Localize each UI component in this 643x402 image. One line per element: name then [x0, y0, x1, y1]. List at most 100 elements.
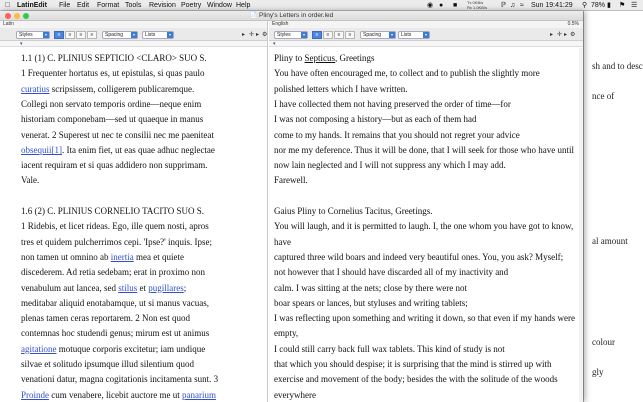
text-line[interactable]: I have collected them not having preserv…: [274, 99, 511, 109]
english-align-justify-button[interactable]: ≡: [334, 31, 344, 39]
text-line[interactable]: nor me my deference. Thus it will be don…: [274, 145, 574, 155]
text-line[interactable]: curatius scripsissem, colligerem publica…: [21, 84, 194, 94]
app-menu[interactable]: LatinEdit: [17, 0, 47, 11]
text-line[interactable]: Collegi non servato temporis ordine—nequ…: [21, 99, 201, 109]
latin-align-justify-button[interactable]: ≡: [76, 31, 86, 39]
text-line[interactable]: empty,: [274, 328, 298, 338]
text-line[interactable]: venationi datur, magna cogitationis inci…: [21, 374, 218, 384]
bluetooth-icon[interactable]: ℙ: [501, 0, 506, 11]
text-line[interactable]: non tamen ut omnino ab inertia mea et qu…: [21, 252, 184, 262]
ruler-tab-marker[interactable]: ▾: [273, 41, 276, 47]
latin-align-center-button[interactable]: ≡: [65, 31, 75, 39]
text-line[interactable]: You will laugh, and it is permitted to l…: [274, 221, 573, 231]
english-spacing-select[interactable]: Spacing ▾: [360, 31, 396, 39]
linked-word[interactable]: agitatione: [21, 344, 57, 354]
flag-icon[interactable]: ⚑: [619, 0, 625, 11]
text-line[interactable]: obsequii[1]. Ita enim fiet, ut eas quae …: [21, 145, 215, 155]
text-line[interactable]: iacent requiram et si quas addidero non …: [21, 160, 207, 170]
linked-word[interactable]: pugillares: [148, 283, 184, 293]
menu-poetry[interactable]: Poetry: [181, 0, 201, 11]
text-line[interactable]: Proinde cum venabere, licebit auctore me…: [21, 390, 216, 400]
latin-ruler[interactable]: ▾: [0, 41, 267, 47]
text-line[interactable]: silvae et solitudo ipsumque illud silent…: [21, 359, 194, 369]
linked-word[interactable]: obsequii[1]: [21, 145, 62, 155]
linked-word[interactable]: panarium: [182, 390, 216, 400]
latin-spacing-select[interactable]: Spacing ▾: [102, 31, 138, 39]
text-line[interactable]: that which you should despise; it is sur…: [274, 359, 551, 369]
list-icon[interactable]: ☰: [631, 0, 637, 11]
status-icon-2[interactable]: ●: [439, 0, 443, 11]
next-icon[interactable]: ▸: [564, 31, 567, 39]
latin-align-right-button[interactable]: ≡: [87, 31, 97, 39]
text-line[interactable]: venerat. 2 Superest ut nec te consilii n…: [21, 130, 214, 140]
text-line[interactable]: tres et quidem pulcherrimos cepi. 'Ipse?…: [21, 237, 212, 247]
clock[interactable]: Sun 19:41:29: [531, 0, 573, 11]
english-lists-select[interactable]: Lists ▾: [398, 31, 430, 39]
latin-align-left-button[interactable]: ≡: [54, 31, 64, 39]
menu-revision[interactable]: Revision: [149, 0, 176, 11]
menu-file[interactable]: File: [59, 0, 70, 11]
text-line[interactable]: I was not composing a history—but as eac…: [274, 114, 476, 124]
text-line[interactable]: Pliny to Septicus, Greetings: [274, 53, 375, 63]
english-align-center-button[interactable]: ≡: [323, 31, 333, 39]
text-line[interactable]: 1 Ridebis, et licet rideas. Ego, ille qu…: [21, 221, 209, 231]
volume-icon[interactable]: ♫: [510, 0, 515, 11]
english-align-right-button[interactable]: ≡: [345, 31, 355, 39]
menu-format[interactable]: Format: [97, 0, 119, 11]
text-line[interactable]: have: [274, 237, 291, 247]
text-line[interactable]: calm. I was sitting at the nets; close b…: [274, 283, 467, 293]
linked-word[interactable]: inertia: [111, 252, 134, 262]
text-line[interactable]: captured three wild boars and indeed ver…: [274, 252, 563, 262]
english-align-left-button[interactable]: ≡: [312, 31, 322, 39]
text-line[interactable]: I could still carry back full wax tablet…: [274, 344, 505, 354]
settings-gear-icon[interactable]: ⚙: [570, 31, 575, 39]
prev-icon[interactable]: ▸: [550, 31, 553, 39]
english-scrollbar[interactable]: [579, 48, 583, 402]
text-line[interactable]: meditabar aliquid enotabamque, ut si man…: [21, 298, 209, 308]
text-line[interactable]: agitatione motuque corporis excitetur; i…: [21, 344, 205, 354]
underlined-word[interactable]: Septicus: [305, 53, 336, 63]
wifi-icon[interactable]: ≈: [520, 0, 524, 11]
battery-percent[interactable]: 78%: [591, 0, 605, 11]
text-line[interactable]: venabulum aut lancea, sed stilus et pugi…: [21, 283, 186, 293]
status-icon-1[interactable]: ◉: [427, 0, 433, 11]
apple-menu-icon[interactable]: : [5, 0, 10, 11]
text-line[interactable]: boar spears or lances, but styluses and …: [274, 298, 468, 308]
spotlight-icon[interactable]: ⚲: [582, 0, 587, 11]
text-line[interactable]: I was reflecting upon something and writ…: [274, 313, 575, 323]
text-line[interactable]: 1.6 (2) C. PLINIUS CORNELIO TACITO SUO S…: [21, 206, 204, 216]
next-icon[interactable]: ▸: [256, 31, 259, 39]
text-line[interactable]: discederem. Ad retia sedebam; erat in pr…: [21, 267, 205, 277]
window-titlebar[interactable]: 📄 Pliny's Letters in order.led: [0, 11, 583, 21]
menu-window[interactable]: Window: [207, 0, 232, 11]
menu-help[interactable]: Help: [236, 0, 250, 11]
linked-word[interactable]: stilus: [118, 283, 137, 293]
ruler-tab-marker[interactable]: ▾: [20, 41, 23, 47]
text-line[interactable]: now lain neglected and I will not suppre…: [274, 160, 506, 170]
text-line[interactable]: Gaius Pliny to Cornelius Tacitus, Greeti…: [274, 206, 432, 216]
menu-tools[interactable]: Tools: [125, 0, 141, 11]
text-line[interactable]: plenas tamen ceras reportarem. 2 Non est…: [21, 313, 190, 323]
linked-word[interactable]: Proinde: [21, 390, 49, 400]
background-document-window[interactable]: sh and to describ nce of al amount colou…: [583, 11, 643, 402]
prev-icon[interactable]: ▸: [242, 31, 245, 39]
text-line[interactable]: 1 Frequenter hortatus es, ut epistulas, …: [21, 68, 204, 78]
menu-edit[interactable]: Edit: [77, 0, 89, 11]
text-line[interactable]: not however that I should have discarded…: [274, 267, 508, 277]
latin-lists-select[interactable]: Lists ▾: [142, 31, 174, 39]
english-styles-select[interactable]: Styles ▾: [274, 31, 308, 39]
english-ruler[interactable]: ▾: [269, 41, 583, 47]
text-line[interactable]: 1.1 (1) C. PLINIUS SEPTICIO <CLARO> SUO …: [21, 53, 207, 63]
text-line[interactable]: come to my hands. It remains that you sh…: [274, 130, 520, 140]
status-icon-3[interactable]: ■: [453, 0, 457, 11]
settings-gear-icon[interactable]: ⚙: [262, 31, 267, 39]
text-line[interactable]: Farewell.: [274, 175, 308, 185]
text-line[interactable]: historiam componebam—sed ut quaeque in m…: [21, 114, 203, 124]
text-line[interactable]: polished letters which I have written.: [274, 84, 407, 94]
text-line[interactable]: everywhere: [274, 390, 316, 400]
linked-word[interactable]: curatius: [21, 84, 50, 94]
text-line[interactable]: exercise and movement of the body; besid…: [274, 374, 558, 384]
add-icon[interactable]: ✛: [249, 31, 254, 39]
text-line[interactable]: contemnas hoc studendi genus; mirum est …: [21, 328, 209, 338]
text-line[interactable]: Vale.: [21, 175, 39, 185]
